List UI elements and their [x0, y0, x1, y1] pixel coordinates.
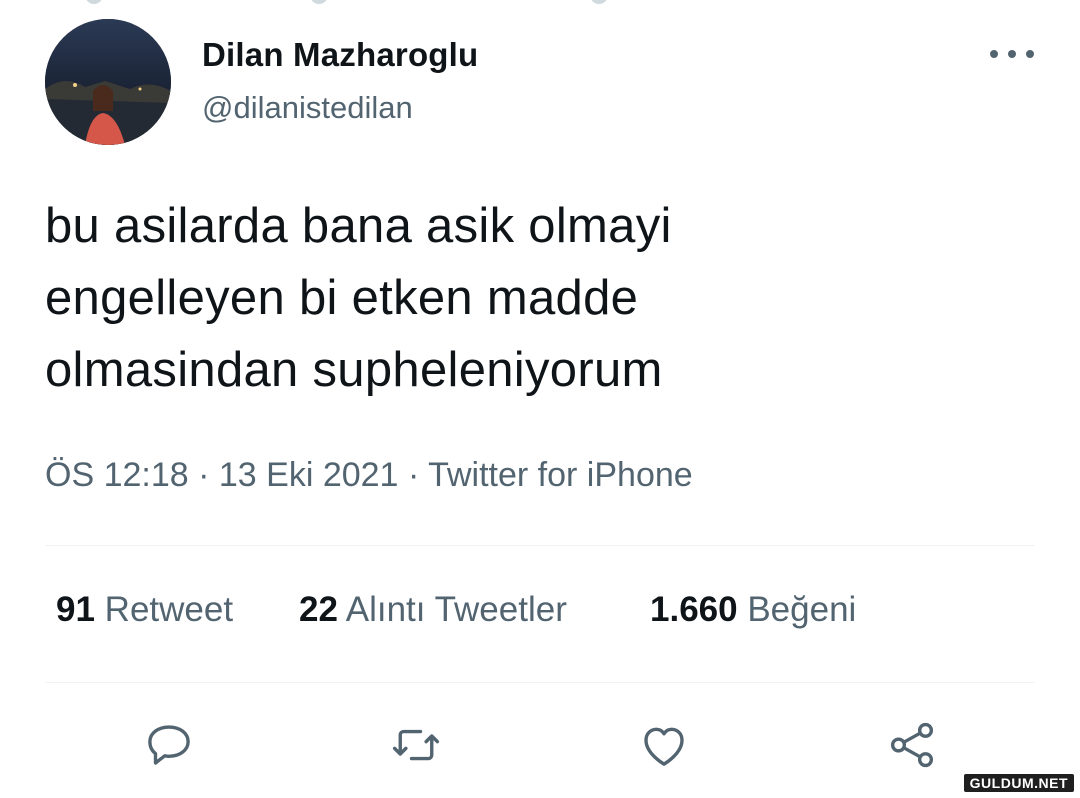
tweet-text-line: olmasindan supheleniyorum	[45, 343, 663, 397]
likes-stat[interactable]: 1.660 Beğeni	[650, 590, 856, 630]
share-button[interactable]	[882, 715, 942, 775]
reply-button[interactable]	[139, 715, 199, 775]
divider	[45, 545, 1035, 546]
retweets-count: 91	[56, 590, 95, 629]
tweet-text-line: bu asilarda bana asik olmayi	[45, 199, 672, 253]
tweet-text-line: engelleyen bi etken madde	[45, 271, 639, 325]
meta-separator: ·	[198, 456, 210, 494]
tweet-text: bu asilarda bana asik olmayi engelleyen …	[45, 190, 1035, 406]
tweet-time[interactable]: ÖS 12:18	[45, 456, 189, 494]
avatar[interactable]	[45, 19, 171, 145]
more-dot	[1008, 50, 1016, 58]
likes-label: Beğeni	[747, 590, 857, 629]
more-options-icon[interactable]	[990, 40, 1034, 68]
author-name[interactable]: Dilan Mazharoglu	[202, 36, 478, 74]
like-icon	[644, 727, 684, 766]
quotes-count: 22	[299, 590, 338, 629]
previous-tweet-fragment	[0, 0, 1080, 8]
divider	[45, 682, 1035, 683]
share-icon	[890, 722, 934, 768]
retweet-button[interactable]	[386, 715, 446, 775]
tweet-source[interactable]: Twitter for iPhone	[428, 456, 693, 494]
tweet-date[interactable]: 13 Eki 2021	[219, 456, 399, 494]
retweet-icon	[392, 729, 440, 761]
quotes-label: Alıntı Tweetler	[345, 590, 567, 629]
likes-count: 1.660	[650, 590, 738, 629]
meta-separator: ·	[407, 456, 420, 494]
author-handle[interactable]: @dilanistedilan	[202, 90, 413, 126]
watermark-logo: GULDUM.NET	[963, 774, 1074, 792]
reply-icon	[148, 725, 190, 765]
retweets-label: Retweet	[104, 590, 234, 629]
retweets-stat[interactable]: 91 Retweet	[56, 590, 233, 630]
more-dot	[1026, 50, 1034, 58]
tweet-meta: ÖS 12:18 · 13 Eki 2021 · Twitter for iPh…	[45, 456, 693, 495]
like-button[interactable]	[634, 715, 694, 775]
quotes-stat[interactable]: 22 Alıntı Tweetler	[299, 590, 567, 630]
more-dot	[990, 50, 998, 58]
tweet-actions	[0, 715, 1080, 775]
